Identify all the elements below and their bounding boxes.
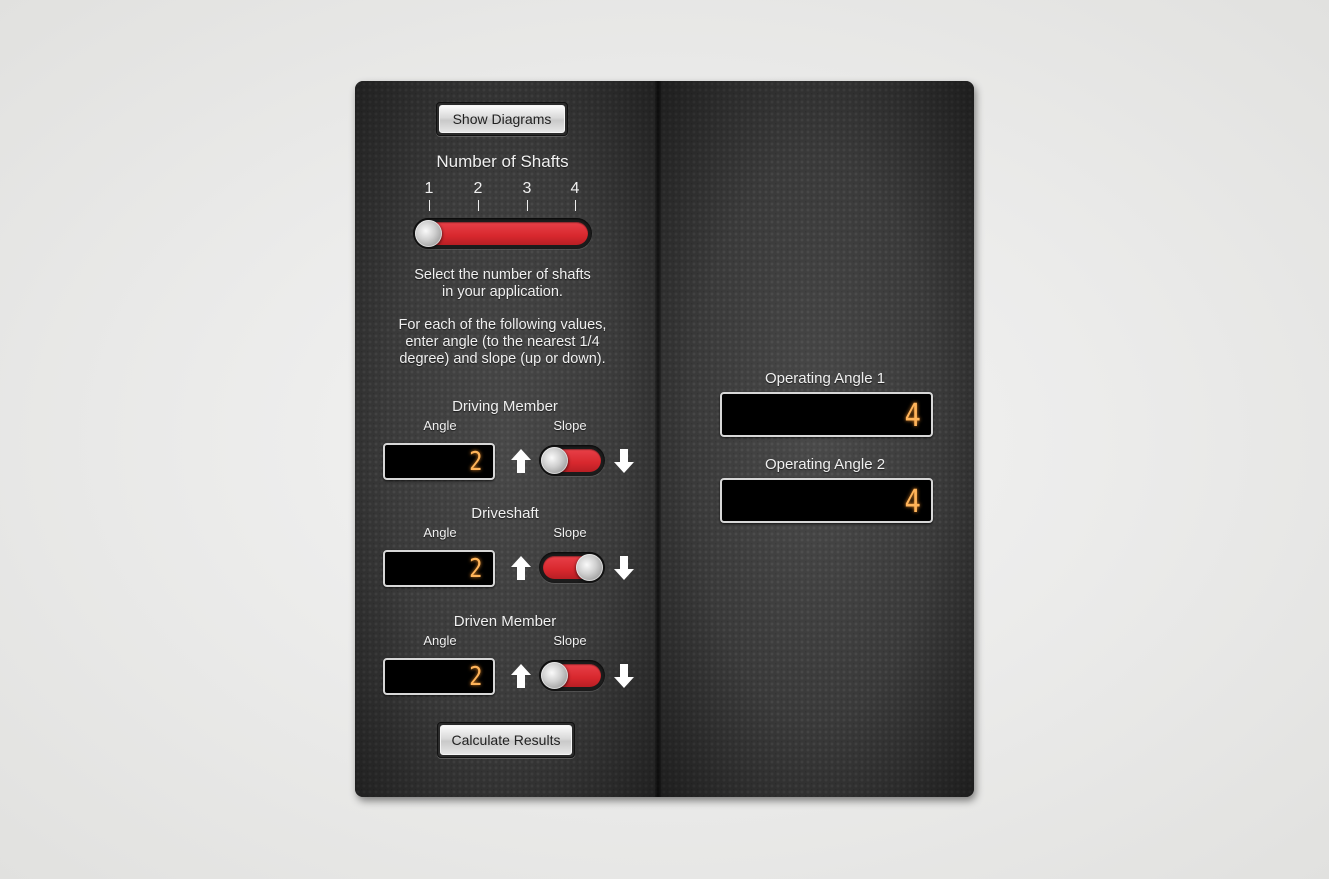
operating-angle-1-display: 4 bbox=[720, 392, 933, 437]
toggle-knob[interactable] bbox=[576, 554, 603, 581]
slope-down-arrow-icon bbox=[614, 664, 634, 688]
slope-up-arrow-icon bbox=[511, 556, 531, 580]
shaft-tick: 3 bbox=[517, 180, 537, 211]
driving-angle-input[interactable]: 2 bbox=[383, 443, 495, 480]
slope-label: Slope bbox=[553, 525, 587, 540]
slope-down-arrow-icon bbox=[614, 556, 634, 580]
show-diagrams-label: Show Diagrams bbox=[439, 105, 565, 133]
driveshaft-slope-toggle[interactable] bbox=[539, 552, 605, 583]
slope-label: Slope bbox=[553, 633, 587, 648]
slope-up-arrow-icon bbox=[511, 664, 531, 688]
member-title: Driveshaft bbox=[471, 505, 539, 522]
angle-value: 2 bbox=[469, 661, 483, 692]
angle-label: Angle bbox=[423, 418, 457, 433]
shaft-tick: 2 bbox=[468, 180, 488, 211]
driving-slope-toggle[interactable] bbox=[539, 445, 605, 476]
angle-label: Angle bbox=[423, 525, 457, 540]
calculate-results-button[interactable]: Calculate Results bbox=[437, 722, 575, 758]
operating-angle-1-value: 4 bbox=[904, 395, 921, 434]
show-diagrams-button[interactable]: Show Diagrams bbox=[436, 102, 568, 136]
member-title: Driven Member bbox=[453, 613, 557, 630]
operating-angle-1-label: Operating Angle 1 bbox=[764, 370, 886, 387]
angle-label: Angle bbox=[423, 633, 457, 648]
angle-value: 2 bbox=[469, 446, 483, 477]
calculator-device: Show Diagrams Number of Shafts 1 2 3 4 S… bbox=[355, 81, 974, 797]
shaft-tick: 4 bbox=[565, 180, 585, 211]
driven-slope-toggle[interactable] bbox=[539, 660, 605, 691]
angle-value: 2 bbox=[469, 553, 483, 584]
driveshaft-angle-input[interactable]: 2 bbox=[383, 550, 495, 587]
slope-up-arrow-icon bbox=[511, 449, 531, 473]
results-panel: Operating Angle 1 4 Operating Angle 2 4 bbox=[657, 81, 974, 797]
shaft-count-slider[interactable] bbox=[413, 218, 592, 249]
calculate-results-label: Calculate Results bbox=[440, 725, 572, 755]
slope-label: Slope bbox=[553, 418, 587, 433]
member-title: Driving Member bbox=[452, 398, 558, 415]
instructions-enter: For each of the following values, enter … bbox=[398, 317, 607, 367]
shafts-title: Number of Shafts bbox=[436, 152, 569, 171]
instructions-select: Select the number of shafts in your appl… bbox=[414, 267, 591, 300]
operating-angle-2-label: Operating Angle 2 bbox=[764, 456, 886, 473]
toggle-knob[interactable] bbox=[541, 662, 568, 689]
operating-angle-2-display: 4 bbox=[720, 478, 933, 523]
slider-knob[interactable] bbox=[415, 220, 442, 247]
driven-angle-input[interactable]: 2 bbox=[383, 658, 495, 695]
toggle-knob[interactable] bbox=[541, 447, 568, 474]
slider-fill bbox=[417, 222, 588, 245]
operating-angle-2-value: 4 bbox=[904, 481, 921, 520]
shaft-tick: 1 bbox=[419, 180, 439, 211]
slope-down-arrow-icon bbox=[614, 449, 634, 473]
input-panel: Show Diagrams Number of Shafts 1 2 3 4 S… bbox=[355, 81, 657, 797]
